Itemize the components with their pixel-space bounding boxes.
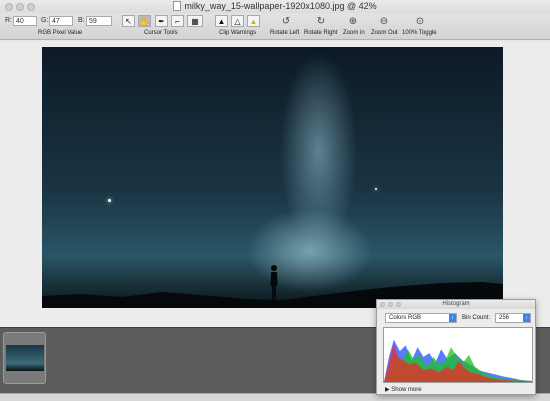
chevron-updown-icon: ↕ bbox=[523, 314, 530, 322]
histogram-panel: Histogram Colors RGB ↕ Bin Count: 256 ↕ … bbox=[376, 299, 536, 395]
g-label: G: bbox=[41, 17, 49, 24]
toggle-100-label[interactable]: 100% Toggle bbox=[402, 30, 437, 36]
b-value-field: 59 bbox=[86, 16, 112, 26]
r-value-field: 40 bbox=[13, 16, 37, 26]
star bbox=[375, 188, 377, 190]
planet-star bbox=[108, 199, 111, 202]
zoom-window-button[interactable] bbox=[27, 3, 35, 11]
colors-select-value: Colors RGB bbox=[389, 315, 422, 321]
clip-warning-shadows-icon[interactable]: ▲ bbox=[215, 15, 228, 27]
histogram-title-bar: Histogram bbox=[377, 300, 535, 309]
bin-count-select[interactable]: 256 ↕ bbox=[495, 313, 531, 323]
rotate-right-icon[interactable]: ↻ bbox=[314, 15, 328, 28]
zoom-out-icon[interactable]: ⊖ bbox=[377, 15, 391, 28]
toggle-100-icon[interactable]: ⊙ bbox=[413, 15, 427, 28]
rotate-right-label[interactable]: Rotate Right bbox=[304, 30, 337, 36]
thumbnail[interactable] bbox=[3, 332, 46, 384]
zoom-in-icon[interactable]: ⊕ bbox=[346, 15, 360, 28]
clip-warnings-label: Clip Warnings bbox=[219, 30, 257, 36]
film-icon[interactable]: ▦ bbox=[187, 15, 203, 27]
rotate-left-label[interactable]: Rotate Left bbox=[270, 30, 299, 36]
window-title: milky_way_15-wallpaper-1920x1080.jpg @ 4… bbox=[184, 1, 377, 11]
chevron-updown-icon: ↕ bbox=[449, 314, 456, 322]
histogram-close-button[interactable] bbox=[380, 302, 385, 307]
person-silhouette bbox=[270, 265, 278, 302]
colors-select[interactable]: Colors RGB ↕ bbox=[385, 313, 457, 323]
b-label: B: bbox=[78, 17, 85, 24]
bin-count-value: 256 bbox=[499, 315, 510, 321]
show-more-toggle[interactable]: ▶ Show more bbox=[385, 386, 422, 393]
bin-count-label: Bin Count: bbox=[462, 315, 491, 321]
clip-warning-outline-icon[interactable]: △ bbox=[231, 15, 244, 27]
cursor-tools-label: Cursor Tools bbox=[144, 30, 178, 36]
histogram-zoom-button[interactable] bbox=[396, 302, 401, 307]
r-label: R: bbox=[5, 17, 12, 24]
zoom-out-label[interactable]: Zoom Out bbox=[371, 30, 398, 36]
hand-icon[interactable]: ✋ bbox=[138, 15, 151, 27]
crop-icon[interactable]: ⌐ bbox=[171, 15, 184, 27]
histogram-minimize-button[interactable] bbox=[388, 302, 393, 307]
g-value-field: 47 bbox=[49, 16, 73, 26]
document-icon bbox=[173, 1, 182, 11]
histogram-title: Histogram bbox=[442, 301, 470, 307]
rgb-group-label: RGB Pixel Value bbox=[38, 30, 83, 36]
displayed-image bbox=[42, 47, 503, 308]
eyedropper-icon[interactable]: ✒ bbox=[155, 15, 168, 27]
minimize-window-button[interactable] bbox=[16, 3, 24, 11]
rotate-left-icon[interactable]: ↺ bbox=[279, 15, 293, 28]
clip-warning-highlights-icon[interactable]: ▲ bbox=[247, 15, 260, 27]
toolbar: R: 40 G: 47 B: 59 RGB Pixel Value ↖ ✋ ✒ … bbox=[0, 13, 550, 40]
show-more-label[interactable]: Show more bbox=[391, 387, 421, 393]
histogram-graph bbox=[383, 327, 533, 383]
title-bar: milky_way_15-wallpaper-1920x1080.jpg @ 4… bbox=[0, 0, 550, 13]
close-window-button[interactable] bbox=[5, 3, 13, 11]
zoom-in-label[interactable]: Zoom in bbox=[343, 30, 365, 36]
image-canvas[interactable] bbox=[0, 41, 550, 327]
arrow-cursor-icon[interactable]: ↖ bbox=[122, 15, 135, 27]
thumbnail-image bbox=[5, 345, 44, 371]
